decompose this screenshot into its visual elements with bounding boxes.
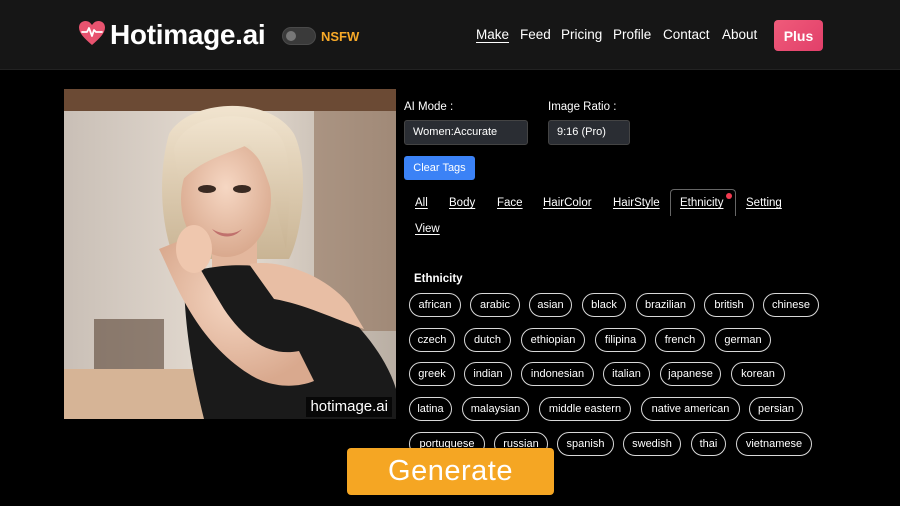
ai-mode-select[interactable]: Women:Accurate bbox=[404, 120, 528, 145]
nav-contact[interactable]: Contact bbox=[663, 27, 710, 42]
tab-all[interactable]: All bbox=[415, 197, 428, 209]
toggle-knob bbox=[286, 31, 296, 41]
chip-chinese[interactable]: chinese bbox=[763, 293, 819, 317]
chip-indian[interactable]: indian bbox=[464, 362, 512, 386]
chip-filipina[interactable]: filipina bbox=[595, 328, 646, 352]
chip-greek[interactable]: greek bbox=[409, 362, 455, 386]
notification-dot bbox=[726, 193, 732, 199]
chip-brazilian[interactable]: brazilian bbox=[636, 293, 695, 317]
tab-view[interactable]: View bbox=[415, 223, 440, 235]
chip-japanese[interactable]: japanese bbox=[660, 362, 721, 386]
chip-german[interactable]: german bbox=[715, 328, 771, 352]
chip-middle-eastern[interactable]: middle eastern bbox=[539, 397, 631, 421]
chip-french[interactable]: french bbox=[655, 328, 705, 352]
chip-ethiopian[interactable]: ethiopian bbox=[521, 328, 585, 352]
generated-image: hotimage.ai bbox=[64, 89, 396, 419]
generate-button[interactable]: Generate bbox=[347, 448, 554, 495]
section-title: Ethnicity bbox=[414, 273, 463, 285]
image-ratio-select[interactable]: 9:16 (Pro) bbox=[548, 120, 630, 145]
tab-ethnicity[interactable]: Ethnicity bbox=[680, 197, 723, 209]
chip-persian[interactable]: persian bbox=[749, 397, 803, 421]
top-navigation-bar: Hotimage.ai NSFW Make Feed Pricing Profi… bbox=[0, 0, 900, 70]
ai-mode-label: AI Mode : bbox=[404, 101, 454, 113]
tab-hairstyle[interactable]: HairStyle bbox=[613, 197, 660, 209]
clear-tags-button[interactable]: Clear Tags bbox=[404, 156, 475, 180]
chip-czech[interactable]: czech bbox=[409, 328, 455, 352]
nav-pricing[interactable]: Pricing bbox=[561, 27, 602, 42]
chip-dutch[interactable]: dutch bbox=[464, 328, 511, 352]
chip-indonesian[interactable]: indonesian bbox=[521, 362, 594, 386]
tab-body[interactable]: Body bbox=[449, 197, 475, 209]
chip-black[interactable]: black bbox=[582, 293, 626, 317]
nsfw-label: NSFW bbox=[321, 29, 360, 44]
logo[interactable]: Hotimage.ai bbox=[78, 18, 266, 52]
logo-text: Hotimage.ai bbox=[110, 19, 266, 50]
chip-latina[interactable]: latina bbox=[409, 397, 452, 421]
tab-haircolor[interactable]: HairColor bbox=[543, 197, 592, 209]
plus-button[interactable]: Plus bbox=[774, 20, 823, 51]
chip-malaysian[interactable]: malaysian bbox=[462, 397, 529, 421]
chip-vietnamese[interactable]: vietnamese bbox=[736, 432, 812, 456]
heart-pulse-icon bbox=[78, 20, 106, 51]
chip-spanish[interactable]: spanish bbox=[557, 432, 614, 456]
tab-setting[interactable]: Setting bbox=[746, 197, 782, 209]
chip-asian[interactable]: asian bbox=[529, 293, 572, 317]
chip-arabic[interactable]: arabic bbox=[470, 293, 520, 317]
chip-swedish[interactable]: swedish bbox=[623, 432, 681, 456]
nav-make[interactable]: Make bbox=[476, 27, 509, 42]
chip-african[interactable]: african bbox=[409, 293, 461, 317]
portrait-illustration bbox=[64, 89, 396, 419]
nav-feed[interactable]: Feed bbox=[520, 27, 551, 42]
image-ratio-label: Image Ratio : bbox=[548, 101, 617, 113]
chip-native-american[interactable]: native american bbox=[641, 397, 740, 421]
chip-british[interactable]: british bbox=[704, 293, 754, 317]
nav-about[interactable]: About bbox=[722, 27, 757, 42]
nav-profile[interactable]: Profile bbox=[613, 27, 651, 42]
nsfw-toggle[interactable] bbox=[282, 27, 316, 45]
watermark: hotimage.ai bbox=[306, 397, 392, 417]
chip-korean[interactable]: korean bbox=[731, 362, 785, 386]
tab-face[interactable]: Face bbox=[497, 197, 523, 209]
chip-italian[interactable]: italian bbox=[603, 362, 650, 386]
chip-thai[interactable]: thai bbox=[691, 432, 726, 456]
